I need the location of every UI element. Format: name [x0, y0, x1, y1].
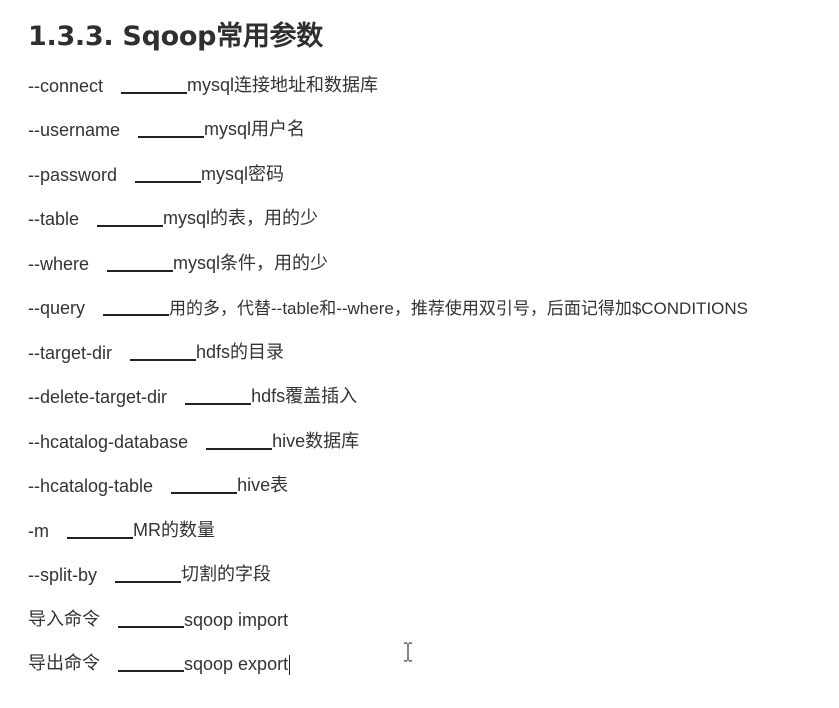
- param-name: 导出命令: [28, 653, 100, 673]
- param-description: MR的数量: [133, 520, 215, 540]
- param-name: --where: [28, 254, 90, 274]
- param-name: --password: [28, 165, 118, 185]
- param-name: -m: [28, 521, 49, 541]
- fill-blank-line: [118, 626, 184, 628]
- param-row-split-by: --split-by 切割的字段: [28, 562, 271, 586]
- param-row-delete-target-dir: --delete-target-dir hdfs覆盖插入: [28, 384, 357, 408]
- param-description: mysql密码: [201, 164, 285, 184]
- param-name: --delete-target-dir: [28, 387, 168, 407]
- param-row-connect: --connect mysql连接地址和数据库: [28, 73, 378, 97]
- param-description: mysql条件，用的少: [173, 253, 329, 273]
- param-name: --query: [28, 298, 86, 318]
- text-caret: [289, 655, 291, 675]
- param-row-where: --where mysql条件，用的少: [28, 251, 328, 275]
- param-row-query: --query 用的多，代替--table和--where，推荐使用双引号，后面…: [28, 295, 748, 319]
- param-name: --username: [28, 120, 121, 140]
- param-row-import: 导入命令 sqoop import: [28, 607, 288, 631]
- i-beam-cursor-icon: [404, 642, 412, 662]
- param-row-m: -m MR的数量: [28, 518, 215, 542]
- fill-blank-line: [206, 448, 273, 450]
- fill-blank-line: [97, 225, 164, 227]
- fill-blank-line: [130, 359, 197, 361]
- param-description: mysql的表，用的少: [163, 208, 319, 228]
- section-heading: 1.3.3. Sqoop常用参数: [28, 21, 323, 52]
- param-name: --connect: [28, 76, 104, 96]
- param-name: --hcatalog-database: [28, 432, 189, 452]
- param-description: mysql连接地址和数据库: [187, 75, 379, 95]
- param-name: 导入命令: [28, 609, 100, 629]
- fill-blank-line: [171, 492, 238, 494]
- param-row-target-dir: --target-dir hdfs的目录: [28, 340, 284, 364]
- param-row-table: --table mysql的表，用的少: [28, 206, 318, 230]
- param-row-password: --password mysql密码: [28, 162, 284, 186]
- param-row-export[interactable]: 导出命令 sqoop export: [28, 651, 291, 675]
- param-name: --hcatalog-table: [28, 476, 154, 496]
- param-description: hive数据库: [272, 431, 360, 451]
- param-name: --table: [28, 209, 80, 229]
- param-name: --split-by: [28, 565, 98, 585]
- param-description: 切割的字段: [181, 564, 272, 584]
- param-row-hcatalog-database: --hcatalog-database hive数据库: [28, 429, 359, 453]
- param-description: 用的多，代替--table和--where，推荐使用双引号，后面记得加$COND…: [169, 299, 749, 318]
- fill-blank-line: [138, 136, 205, 138]
- fill-blank-line: [118, 670, 184, 672]
- param-row-hcatalog-table: --hcatalog-table hive表: [28, 473, 288, 497]
- fill-blank-line: [107, 270, 174, 272]
- param-description: hdfs覆盖插入: [251, 386, 358, 406]
- param-description: sqoop import: [184, 610, 289, 630]
- param-name: --target-dir: [28, 343, 113, 363]
- param-row-username: --username mysql用户名: [28, 117, 305, 141]
- fill-blank-line: [135, 181, 202, 183]
- fill-blank-line: [103, 314, 170, 316]
- param-description: hdfs的目录: [196, 342, 285, 362]
- param-description: mysql用户名: [204, 119, 306, 139]
- fill-blank-line: [121, 92, 188, 94]
- param-description[interactable]: sqoop export: [184, 654, 288, 675]
- param-description: hive表: [237, 475, 289, 495]
- fill-blank-line: [185, 403, 252, 405]
- fill-blank-line: [115, 581, 182, 583]
- fill-blank-line: [67, 537, 133, 539]
